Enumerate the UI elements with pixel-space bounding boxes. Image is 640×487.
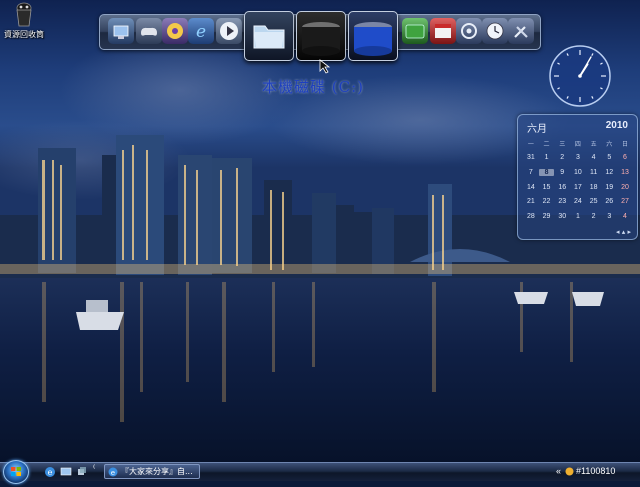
calendar-day[interactable]: 19 (601, 184, 617, 191)
recycle-bin-icon (13, 2, 35, 28)
drive-c-icon[interactable] (296, 11, 346, 61)
calendar-weekday: 日 (621, 141, 628, 148)
calendar-day[interactable]: 17 (570, 184, 586, 191)
calendar-weekday: 四 (574, 141, 581, 148)
calendar-day[interactable]: 4 (617, 213, 633, 220)
calendar-day[interactable]: 29 (539, 213, 555, 220)
calendar-day[interactable]: 13 (617, 169, 633, 176)
taskbar-separator-icon: ⁽ (93, 463, 96, 473)
start-button[interactable] (3, 460, 29, 484)
calendar-day[interactable]: 31 (523, 154, 539, 161)
calendar-day[interactable]: 26 (601, 198, 617, 205)
calendar-day[interactable]: 9 (554, 169, 570, 176)
calendar-day[interactable]: 21 (523, 198, 539, 205)
quicklaunch-desktop-icon[interactable] (60, 466, 72, 478)
calendar-day[interactable]: 1 (570, 213, 586, 220)
dock-item-label: 本機磁碟 (C:) (262, 78, 365, 96)
calendar-month: 六月 (527, 124, 547, 135)
calendar-day[interactable]: 6 (617, 154, 633, 161)
tray-clock-text[interactable]: #1100810 (576, 466, 615, 476)
drive-d-icon[interactable] (348, 11, 398, 61)
calendar-day[interactable]: 11 (586, 169, 602, 176)
internet-explorer-icon[interactable]: e (188, 18, 214, 44)
calendar-week-row: 14 15 16 17 18 19 20 (523, 180, 633, 195)
calendar-day[interactable]: 8 (538, 168, 555, 176)
calendar-day[interactable]: 16 (554, 184, 570, 191)
calendar-day[interactable]: 22 (539, 198, 555, 205)
calendar-day[interactable]: 3 (601, 213, 617, 220)
svg-text:e: e (111, 469, 115, 477)
tray-expand-icon[interactable]: « (556, 466, 561, 476)
gamepad-icon[interactable] (136, 18, 162, 44)
calendar-day[interactable]: 14 (523, 184, 539, 191)
browser-window-icon: e (108, 467, 118, 477)
calendar-weekday-row: 一二三四五六日 (523, 136, 633, 151)
calendar-day[interactable]: 4 (586, 154, 602, 161)
calendar-weekday: 三 (559, 141, 566, 148)
clock-gadget[interactable] (548, 44, 612, 108)
recycle-bin-shortcut[interactable]: 資源回收筒 (2, 2, 46, 40)
calendar-day[interactable]: 25 (586, 198, 602, 205)
calendar-day[interactable]: 1 (539, 154, 555, 161)
calendar-day[interactable]: 15 (539, 184, 555, 191)
calendar-day[interactable]: 5 (601, 154, 617, 161)
calendar-year: 2010 (605, 120, 628, 131)
taskbar: e ⁽ e 『大家來分享』自... « #1100810 (0, 460, 640, 484)
contacts-icon[interactable] (430, 18, 456, 44)
calendar-week-row: 28 29 30 1 2 3 4 (523, 209, 633, 224)
tray-status-icon[interactable] (565, 467, 574, 476)
calendar-weekday: 六 (606, 141, 613, 148)
clock-app-icon[interactable] (482, 18, 508, 44)
tools-icon[interactable] (508, 18, 534, 44)
calendar-week-row: 21 22 23 24 25 26 27 (523, 194, 633, 209)
svg-text:e: e (48, 468, 53, 477)
mouse-cursor-icon (319, 59, 331, 74)
taskbar-window-title: 『大家來分享』自... (121, 467, 193, 476)
calendar-day[interactable]: 27 (617, 198, 633, 205)
calendar-weekday: 五 (590, 141, 597, 148)
media-library-icon[interactable] (162, 18, 188, 44)
calendar-day[interactable]: 30 (554, 213, 570, 220)
play-media-icon[interactable] (216, 18, 242, 44)
control-panel-icon[interactable] (456, 18, 482, 44)
application-dock: e (99, 11, 541, 61)
calendar-week-row: 7 8 9 10 11 12 13 (523, 165, 633, 180)
calendar-day[interactable]: 7 (523, 169, 539, 176)
calendar-day[interactable]: 10 (570, 169, 586, 176)
network-icon[interactable] (108, 18, 134, 44)
recycle-bin-label: 資源回收筒 (4, 30, 44, 39)
calendar-day[interactable]: 18 (586, 184, 602, 191)
taskbar-window-button[interactable]: e 『大家來分享』自... (104, 464, 200, 479)
quicklaunch-switch-icon[interactable] (76, 466, 88, 478)
calendar-day[interactable]: 24 (570, 198, 586, 205)
quicklaunch-ie-icon[interactable]: e (44, 466, 56, 478)
folder-icon[interactable] (244, 11, 294, 61)
green-app-icon[interactable] (402, 18, 428, 44)
calendar-day[interactable]: 12 (601, 169, 617, 176)
calendar-day[interactable]: 3 (570, 154, 586, 161)
calendar-day[interactable]: 2 (586, 213, 602, 220)
calendar-day[interactable]: 20 (617, 184, 633, 191)
calendar-nav-icon[interactable]: ◂ ▴ ▸ (616, 228, 631, 236)
calendar-weekday: 一 (527, 141, 534, 148)
calendar-day[interactable]: 28 (523, 213, 539, 220)
calendar-grid: 一二三四五六日 31 1 2 3 4 5 6 7 8 9 10 11 12 13 14 15 16 17 18 19 20… (523, 136, 633, 224)
calendar-week-row: 31 1 2 3 4 5 6 (523, 151, 633, 166)
calendar-weekday: 二 (543, 141, 550, 148)
calendar-gadget[interactable]: 六月 2010 一二三四五六日 31 1 2 3 4 5 6 7 8 9 10 11 12 13 14 15 16… (517, 114, 638, 240)
calendar-day[interactable]: 2 (554, 154, 570, 161)
svg-text:e: e (196, 22, 206, 42)
calendar-day[interactable]: 23 (554, 198, 570, 205)
